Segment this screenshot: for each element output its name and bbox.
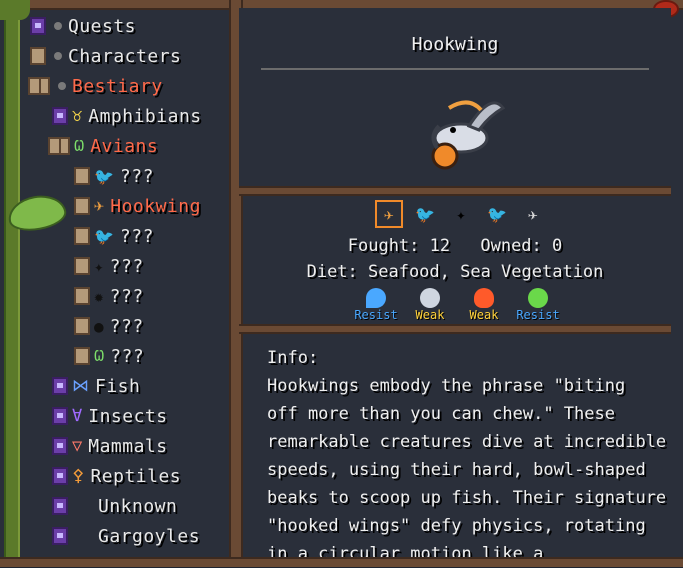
sidebar-item-label: Mammals (88, 435, 168, 457)
scroll-card-icon (74, 197, 90, 215)
sidebar-item-label: ??? (109, 255, 144, 277)
dark-bird-silhouette-icon: 🐦 (94, 226, 114, 246)
sidebar-item-gargoyles[interactable]: Gargoyles (52, 522, 200, 550)
sidebar-item-unknown-avian-2[interactable]: 🐦 ??? (74, 222, 154, 250)
sidebar-item-avians[interactable]: Ѡ Avians (48, 132, 158, 160)
info-heading: Info: (267, 348, 319, 368)
sidebar-item-label: Bestiary (72, 75, 163, 97)
open-book-icon (48, 137, 70, 155)
bullet-icon (54, 52, 62, 60)
scroll-card-icon (74, 347, 90, 365)
mammal-outline-icon: ▽ (72, 436, 83, 456)
wings-icon: Ѡ (74, 135, 85, 156)
sidebar-item-label: Insects (88, 405, 168, 427)
sidebar-item-fish[interactable]: ⋈ Fish (52, 372, 140, 400)
scroll-card-icon (74, 287, 90, 305)
dark-winged-silhouette-icon: ✹ (94, 286, 104, 306)
sidebar-item-label: Gargoyles (98, 525, 201, 547)
sidebar-item-label: ??? (119, 165, 154, 187)
sidebar-item-mammals[interactable]: ▽ Mammals (52, 432, 168, 460)
purple-book-icon (52, 377, 68, 395)
purple-book-icon (52, 107, 68, 125)
sidebar-item-unknown-avian-1[interactable]: 🐦 ??? (74, 162, 154, 190)
sidebar-item-unknown-avian-5[interactable]: ● ??? (74, 312, 144, 340)
sidebar-item-amphibians[interactable]: ♉ Amphibians (52, 102, 202, 130)
creature-info-panel[interactable]: Info: Hookwings embody the phrase "bitin… (239, 0, 671, 564)
bottom-wood-border (0, 557, 683, 567)
scroll-card-icon (74, 167, 90, 185)
sidebar-item-label: ??? (109, 315, 144, 337)
sidebar-item-characters[interactable]: Characters (30, 42, 181, 70)
info-line: off more than you can chew." These (267, 404, 615, 424)
bullet-icon (54, 22, 62, 30)
purple-book-icon (52, 527, 68, 545)
sidebar-item-label: ??? (109, 285, 144, 307)
purple-book-icon (52, 467, 68, 485)
sidebar-item-unknown[interactable]: Unknown (52, 492, 177, 520)
sidebar-item-hookwing[interactable]: ✈ Hookwing (74, 192, 201, 220)
dark-bird-silhouette-icon: 🐦 (94, 166, 114, 186)
fish-outline-icon: ⋈ (72, 376, 89, 396)
purple-book-icon (52, 407, 68, 425)
dark-griffin-silhouette-icon: ✦ (94, 256, 104, 276)
insect-outline-icon: ∀ (72, 406, 83, 426)
sidebar-item-label: Unknown (98, 495, 178, 517)
scroll-card-icon (74, 257, 90, 275)
bullet-icon (58, 82, 66, 90)
scroll-card-icon (74, 227, 90, 245)
purple-book-icon (52, 437, 68, 455)
sidebar-item-quests[interactable]: Quests (30, 12, 136, 40)
hookwing-icon: ✈ (94, 196, 105, 216)
scroll-card-icon (74, 317, 90, 335)
sidebar-item-label: Hookwing (110, 195, 201, 217)
info-line: speeds, using their hard, bowl-shaped (267, 460, 646, 480)
bestiary-window: Quests Characters Bestiary ♉ Amphibians … (0, 0, 683, 567)
info-line: beaks to scoop up fish. Their signature (267, 488, 667, 508)
sidebar-item-reptiles[interactable]: ⚴ Reptiles (52, 462, 181, 490)
info-line: remarkable creatures dive at incredible (267, 432, 667, 452)
sidebar-item-label: Quests (68, 15, 137, 37)
sidebar-item-label: Fish (95, 375, 141, 397)
sidebar-item-label: Characters (68, 45, 182, 67)
frog-outline-icon: ♉ (72, 106, 83, 126)
sidebar-item-unknown-avian-6[interactable]: Ѡ ??? (74, 342, 144, 370)
vine-decoration (4, 0, 20, 567)
sidebar-item-label: Reptiles (90, 465, 182, 487)
sidebar-item-insects[interactable]: ∀ Insects (52, 402, 168, 430)
open-book-icon (28, 77, 50, 95)
purple-book-icon (52, 497, 68, 515)
dark-chick-silhouette-icon: ● (94, 316, 104, 336)
scroll-card-icon (30, 47, 46, 65)
sidebar-item-label: Amphibians (88, 105, 202, 127)
journal-sidebar[interactable]: Quests Characters Bestiary ♉ Amphibians … (22, 10, 227, 560)
sidebar-item-unknown-avian-3[interactable]: ✦ ??? (74, 252, 144, 280)
sidebar-item-bestiary[interactable]: Bestiary (28, 72, 163, 100)
green-wings-icon: Ѡ (94, 345, 105, 366)
sidebar-item-unknown-avian-4[interactable]: ✹ ??? (74, 282, 144, 310)
info-line: Hookwings embody the phrase "biting (267, 376, 626, 396)
reptile-outline-icon: ⚴ (72, 466, 85, 486)
sidebar-item-label: ??? (119, 225, 154, 247)
sidebar-item-label: ??? (110, 345, 145, 367)
info-line: "hooked wings" defy physics, rotating (267, 516, 646, 536)
purple-book-icon (30, 17, 46, 35)
info-text: Info: Hookwings embody the phrase "bitin… (267, 344, 667, 568)
sidebar-item-label: Avians (90, 135, 159, 157)
